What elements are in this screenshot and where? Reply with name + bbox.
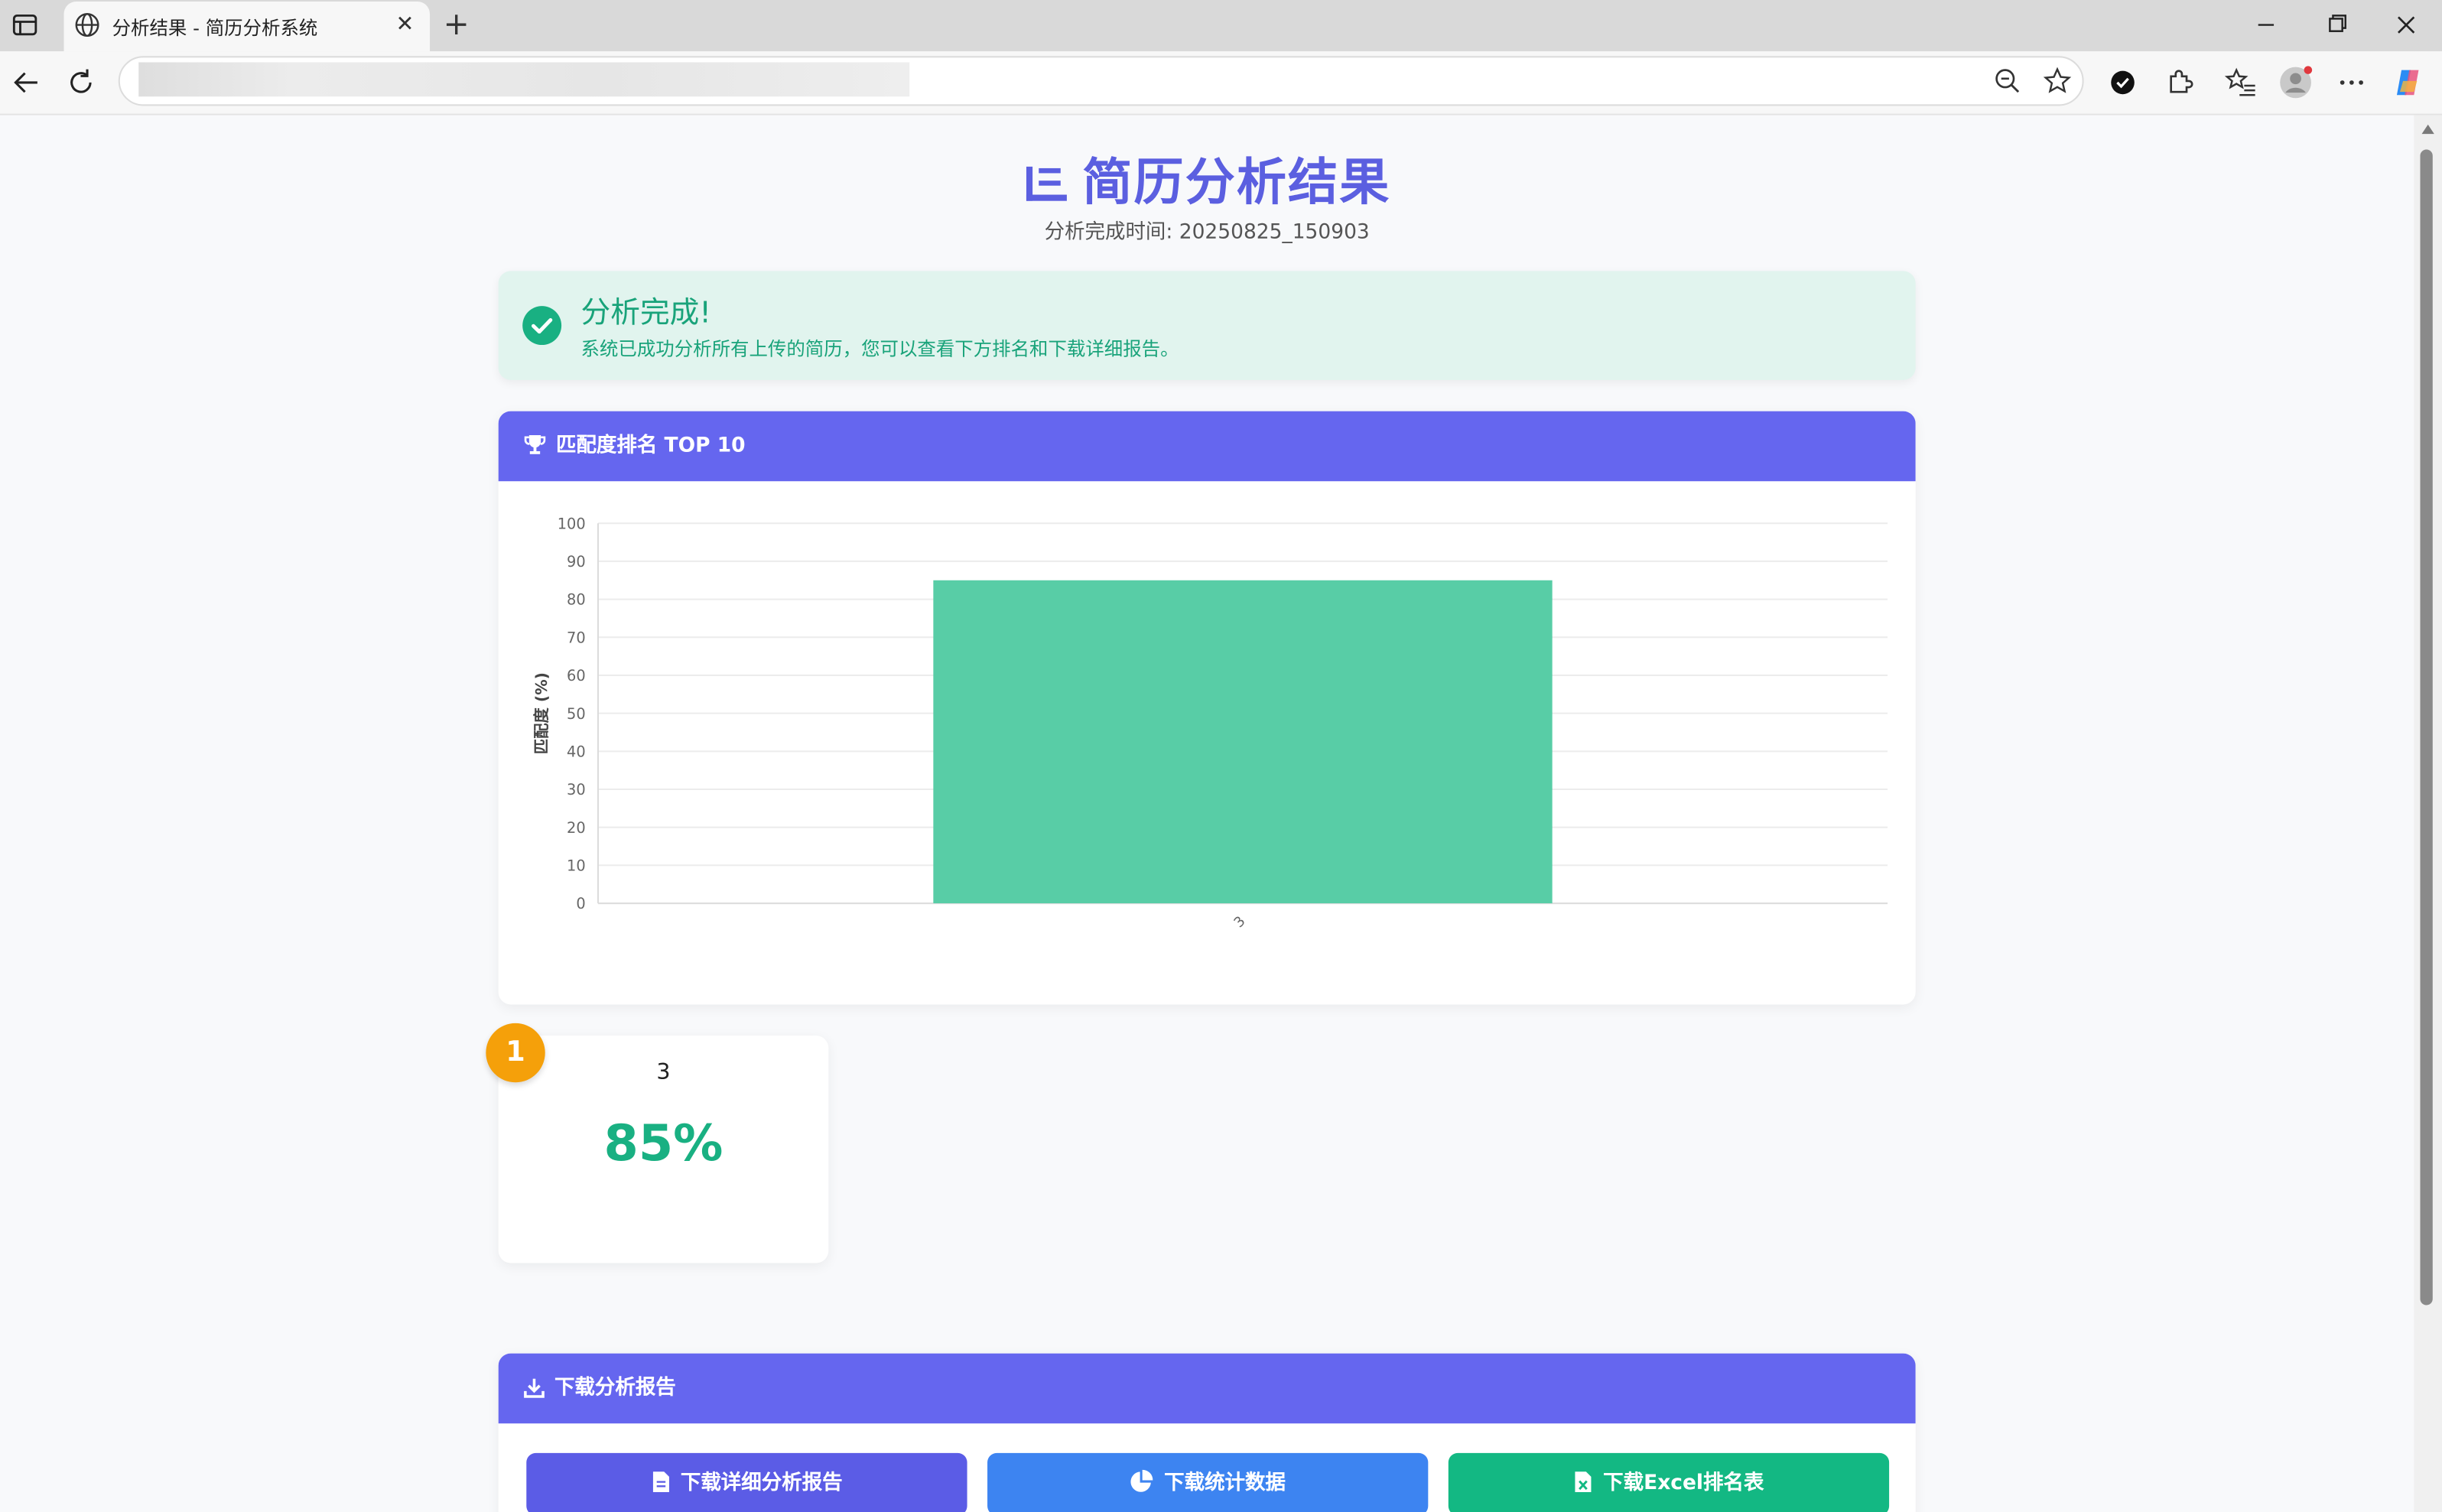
rank-badge: 1: [486, 1023, 545, 1083]
sidebar-toggle-icon[interactable]: [9, 9, 41, 41]
list-icon: [1026, 166, 1067, 201]
download-detailed-report-button[interactable]: 下载详细分析报告: [526, 1452, 967, 1512]
y-tick-label: 70: [567, 629, 586, 646]
page-title-text: 简历分析结果: [1082, 152, 1391, 212]
file-icon: [652, 1471, 669, 1492]
ranking-card-title: 匹配度排名 TOP 10: [555, 434, 746, 458]
scroll-up-arrow-icon[interactable]: [2421, 124, 2434, 135]
excel-icon: [1575, 1471, 1592, 1492]
tab-bar: 分析结果 - 简历分析系统 ✕ +: [0, 0, 2442, 52]
analysis-time: 分析完成时间: 20250825_150903: [1044, 221, 1370, 245]
zoom-out-icon[interactable]: [1992, 66, 2023, 97]
y-tick-label: 50: [567, 705, 586, 723]
globe-icon: [73, 11, 102, 39]
minimize-icon[interactable]: [2247, 9, 2284, 41]
back-arrow-icon[interactable]: [9, 66, 44, 100]
download-card-header: 下载分析报告: [498, 1353, 1916, 1424]
trophy-icon: [524, 434, 546, 454]
rank-candidate-name: 3: [656, 1060, 671, 1086]
tab-title: 分析结果 - 简历分析系统: [112, 17, 318, 39]
alert-message: 系统已成功分析所有上传的简历，您可以查看下方排名和下载详细报告。: [580, 337, 1179, 360]
restore-icon[interactable]: [2317, 9, 2355, 41]
y-tick-label: 100: [558, 515, 586, 532]
page-title: 简历分析结果: [0, 143, 2414, 215]
download-card: 下载分析报告 下载详细分析报告 下载统计数据 下载Excel排名表: [498, 1353, 1916, 1512]
check-circle-icon: [522, 305, 562, 346]
more-options-icon[interactable]: [2334, 66, 2369, 100]
extension-check-icon[interactable]: [2105, 66, 2140, 100]
download-card-title: 下载分析报告: [554, 1377, 676, 1400]
y-tick-label: 30: [567, 781, 586, 798]
y-axis-label: 匹配度 (%): [532, 672, 551, 754]
download-statistics-button[interactable]: 下载统计数据: [987, 1452, 1429, 1512]
rank-card[interactable]: 3 85%: [498, 1036, 829, 1263]
download-excel-ranking-button[interactable]: 下载Excel排名表: [1448, 1452, 1890, 1512]
page-viewport: 简历分析结果 分析完成时间: 20250825_150903 分析完成! 系统已…: [0, 115, 2414, 1512]
alert-title: 分析完成!: [580, 295, 711, 330]
download-statistics-label: 下载统计数据: [1164, 1471, 1286, 1495]
scroll-thumb[interactable]: [2420, 149, 2433, 1306]
y-tick-label: 10: [567, 857, 586, 875]
favorites-list-icon[interactable]: [2224, 66, 2258, 100]
y-tick-label: 80: [567, 591, 586, 609]
y-tick-label: 20: [567, 819, 586, 837]
y-tick-label: 60: [567, 667, 586, 684]
x-tick-label: 3: [1231, 913, 1249, 931]
vertical-scrollbar[interactable]: [2414, 115, 2442, 1512]
address-bar[interactable]: [118, 56, 2084, 106]
download-excel-ranking-label: 下载Excel排名表: [1603, 1471, 1764, 1495]
y-tick-label: 90: [567, 553, 586, 571]
close-tab-icon[interactable]: ✕: [392, 12, 418, 37]
browser-tab[interactable]: 分析结果 - 简历分析系统 ✕: [63, 2, 431, 52]
download-icon: [524, 1378, 545, 1398]
ranking-card-header: 匹配度排名 TOP 10: [498, 411, 1916, 482]
chart-bar: [933, 580, 1553, 904]
rank-match-score: 85%: [603, 1113, 723, 1173]
extensions-puzzle-icon[interactable]: [2161, 66, 2196, 100]
match-score-bar-chart: 0 10 20 30 40 50 60 70 80 90 100 3 匹配度 (%): [532, 515, 1888, 931]
copilot-icon[interactable]: [2391, 66, 2425, 100]
pie-chart-icon: [1131, 1469, 1154, 1492]
profile-avatar-icon[interactable]: [2278, 66, 2313, 100]
y-tick-label: 0: [576, 895, 585, 912]
favorite-star-icon[interactable]: [2042, 66, 2073, 97]
refresh-icon[interactable]: [63, 66, 98, 100]
ranking-chart-card: 匹配度排名 TOP 10 0 10 20 30 40 50 60 70 80 90 100 3 匹配度 …: [498, 411, 1916, 1005]
y-tick-label: 40: [567, 743, 586, 760]
new-tab-button[interactable]: +: [441, 8, 472, 39]
browser-toolbar: [0, 51, 2442, 115]
success-alert: 分析完成! 系统已成功分析所有上传的简历，您可以查看下方排名和下载详细报告。: [498, 271, 1916, 380]
download-detailed-report-label: 下载详细分析报告: [680, 1471, 843, 1495]
close-window-icon[interactable]: [2388, 9, 2425, 41]
